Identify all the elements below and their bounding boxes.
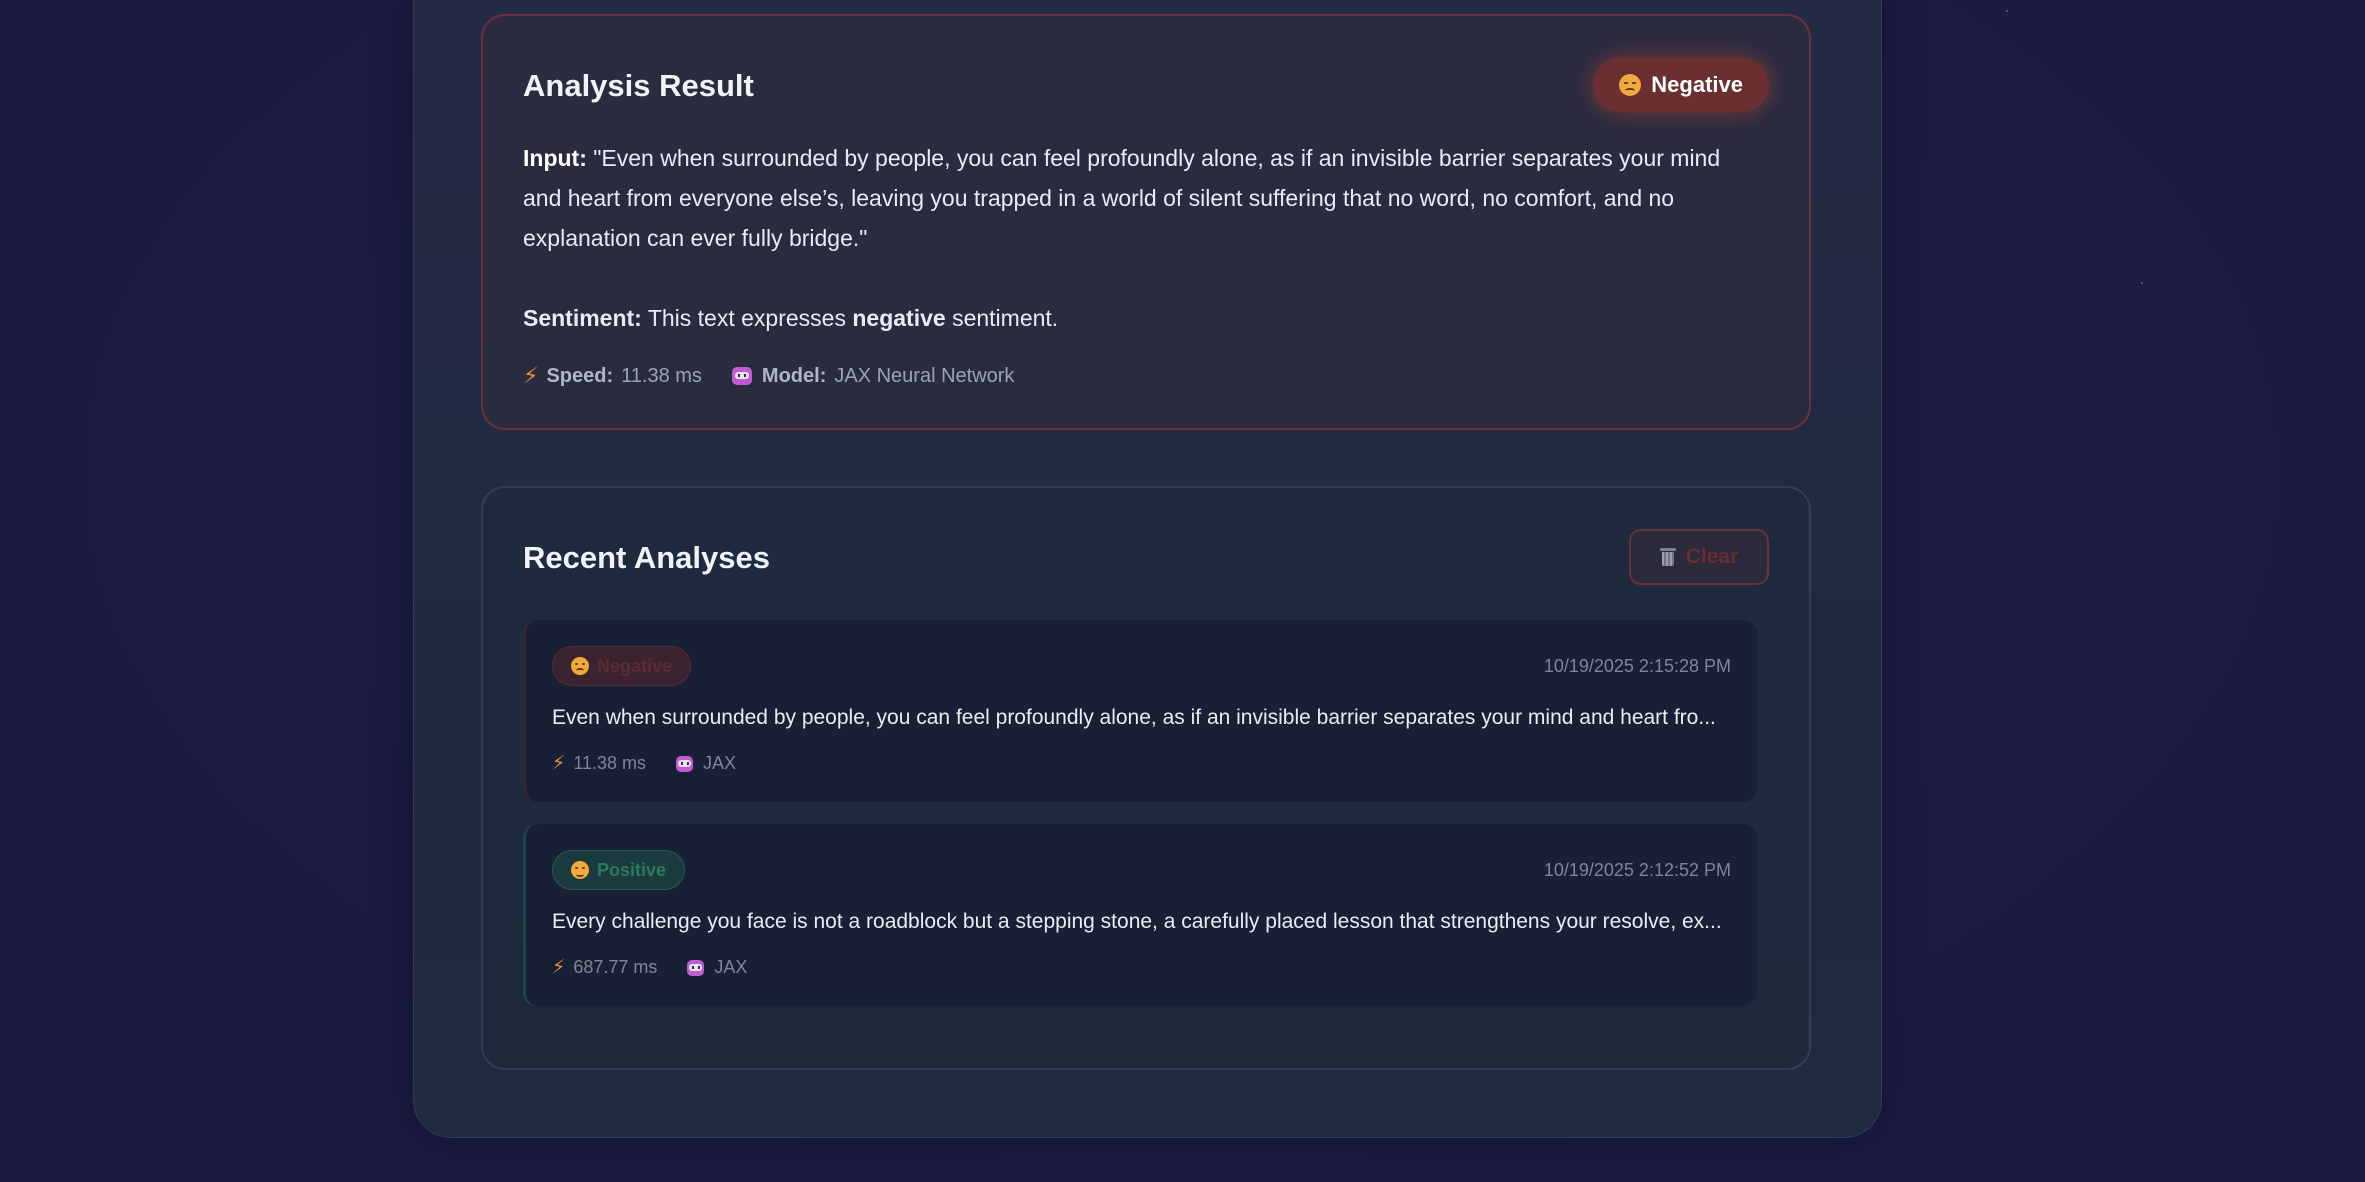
clear-history-button[interactable]: Clear [1629, 529, 1769, 585]
speed-label: Speed: [546, 364, 614, 387]
sentiment-value: negative [852, 305, 946, 331]
smiling-face-icon [571, 861, 589, 879]
sentiment-badge-label: Negative [1651, 72, 1743, 97]
recent-analyses-title: Recent Analyses [523, 540, 770, 575]
robot-icon [676, 755, 694, 772]
robot-icon [731, 367, 752, 385]
history-item[interactable]: Negative 10/19/2025 2:15:28 PM Even when… [523, 620, 1757, 802]
input-label: Input: [523, 145, 587, 171]
history-item-badge: Positive [552, 850, 686, 890]
model-label: Model: [761, 364, 827, 387]
sentiment-suffix: sentiment. [952, 305, 1059, 331]
input-text: Input: "Even when surrounded by people, … [523, 138, 1763, 258]
lightning-bolt-icon: ⚡ [523, 363, 539, 388]
history-item-timestamp: 10/19/2025 2:12:52 PM [1543, 860, 1731, 880]
history-item-text: Every challenge you face is not a roadbl… [552, 910, 1722, 933]
background-star [2006, 10, 2008, 12]
sentiment-prefix: This text expresses [647, 305, 846, 331]
result-meta: ⚡ Speed: 11.38 ms Model: JAX Neural Netw… [523, 363, 1014, 389]
history-item-badge-label: Negative [597, 655, 673, 676]
analysis-result-title: Analysis Result [523, 68, 754, 103]
clear-button-label: Clear [1685, 545, 1739, 568]
recent-analyses-card: Recent Analyses Clear Negative 10/19/202… [481, 486, 1811, 1070]
background-star [2141, 282, 2143, 284]
sentiment-label: Sentiment: [523, 305, 642, 331]
history-item-speed: 11.38 ms [573, 753, 647, 773]
history-item-meta: ⚡ 687.77 ms JAX [552, 956, 747, 979]
robot-icon [687, 959, 705, 976]
history-item-model: JAX [714, 957, 748, 977]
lightning-bolt-icon: ⚡ [552, 957, 566, 978]
speed-value: 11.38 ms [621, 364, 702, 387]
history-item-text: Even when surrounded by people, you can … [552, 706, 1716, 729]
disappointed-face-icon [1619, 74, 1642, 96]
lightning-bolt-icon: ⚡ [552, 753, 566, 774]
analysis-result-card: Analysis Result Negative Input: "Even wh… [481, 14, 1811, 430]
history-item[interactable]: Positive 10/19/2025 2:12:52 PM Every cha… [523, 824, 1757, 1006]
disappointed-face-icon [571, 657, 589, 675]
history-item-badge: Negative [552, 646, 692, 686]
history-item-model: JAX [703, 753, 737, 773]
history-item-speed: 687.77 ms [573, 957, 658, 977]
input-value: "Even when surrounded by people, you can… [523, 145, 1721, 251]
model-value: JAX Neural Network [834, 364, 1015, 387]
history-item-timestamp: 10/19/2025 2:15:28 PM [1543, 656, 1731, 676]
history-item-badge-label: Positive [597, 859, 667, 880]
history-item-meta: ⚡ 11.38 ms JAX [552, 752, 736, 775]
trash-icon [1659, 548, 1676, 566]
sentiment-line: Sentiment: This text expresses negative … [523, 298, 1058, 338]
sentiment-badge: Negative [1593, 58, 1769, 112]
